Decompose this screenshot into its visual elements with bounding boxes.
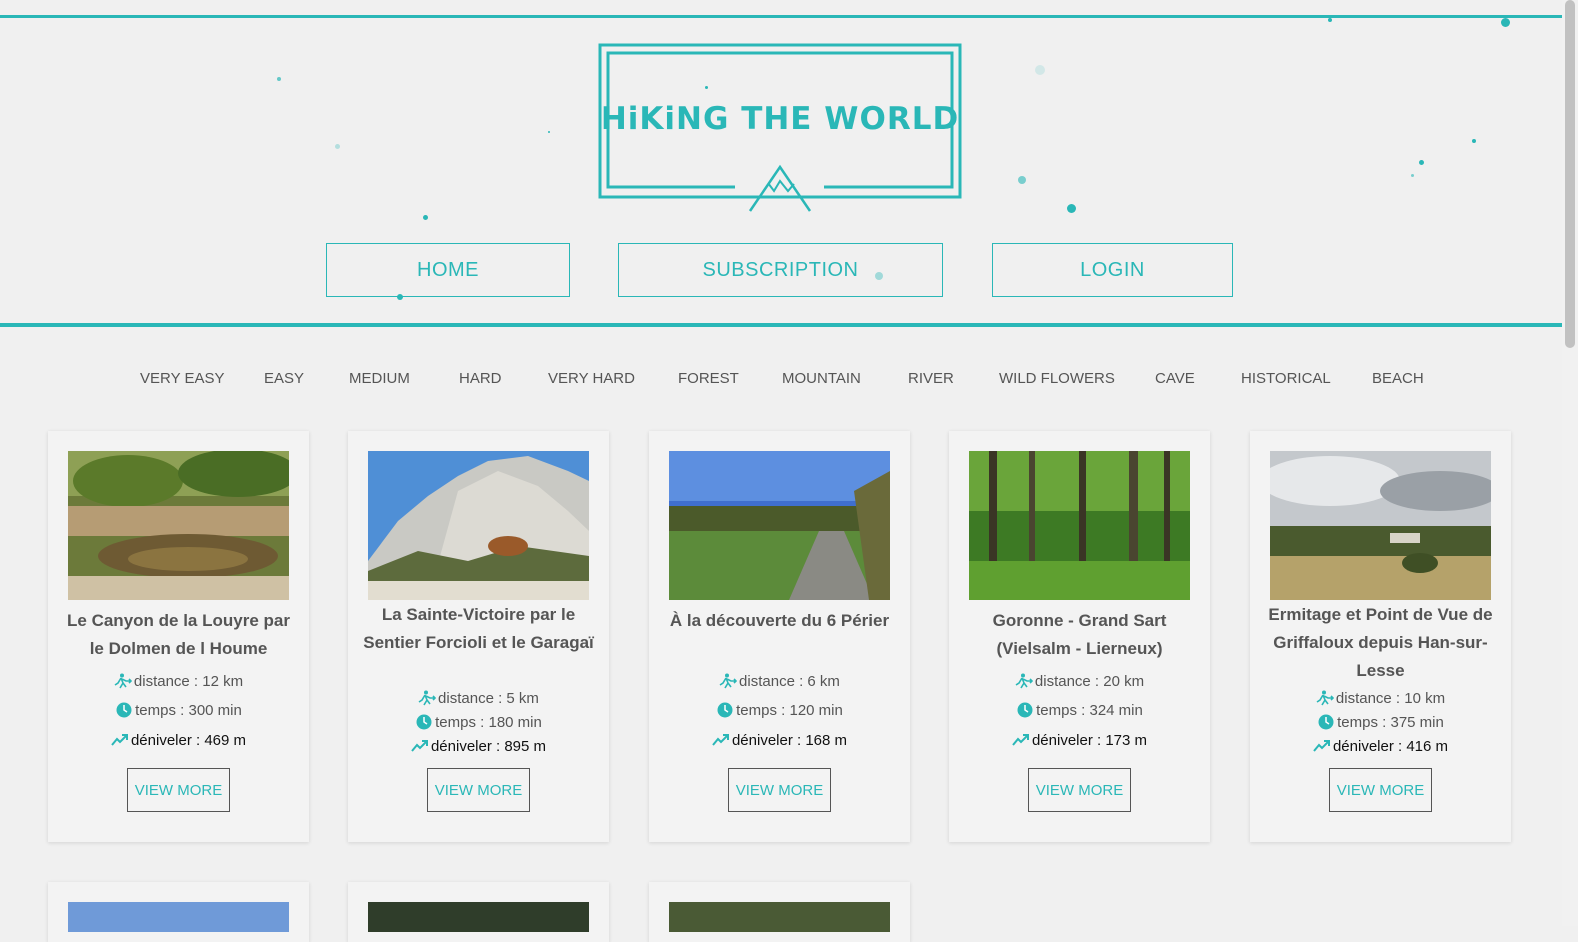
filter-hard[interactable]: HARD bbox=[459, 370, 502, 387]
view-more-button[interactable]: VIEW MORE bbox=[1329, 768, 1432, 812]
card-title: Ermitage et Point de Vue de Griffaloux d… bbox=[1268, 605, 1493, 680]
filter-wild-flowers[interactable]: WILD FLOWERS bbox=[999, 370, 1115, 387]
trending-up-icon bbox=[712, 732, 730, 748]
trending-up-icon bbox=[1313, 738, 1331, 754]
filter-historical[interactable]: HISTORICAL bbox=[1241, 370, 1331, 387]
country-path-photo bbox=[669, 451, 890, 600]
filter-cave[interactable]: CAVE bbox=[1155, 370, 1195, 387]
hike-card: Goronne - Grand Sart (Vielsalm - Lierneu… bbox=[949, 431, 1210, 842]
filter-mountain[interactable]: MOUNTAIN bbox=[782, 370, 861, 387]
clock-icon bbox=[1317, 714, 1335, 730]
card-temps: temps : 300 min bbox=[135, 702, 242, 719]
clock-icon bbox=[115, 702, 133, 718]
view-more-button[interactable]: VIEW MORE bbox=[1028, 768, 1131, 812]
filter-bar: VERY EASY EASY MEDIUM HARD VERY HARD FOR… bbox=[0, 370, 1562, 392]
card-distance: distance : 12 km bbox=[133, 673, 244, 690]
hiker-icon bbox=[1316, 690, 1335, 706]
hiker-icon bbox=[719, 673, 738, 689]
filter-river[interactable]: RIVER bbox=[908, 370, 954, 387]
header-divider bbox=[0, 323, 1562, 327]
card-deniveler: déniveler : 168 m bbox=[731, 732, 848, 749]
filter-forest[interactable]: FOREST bbox=[678, 370, 739, 387]
card-distance: distance : 10 km bbox=[1335, 690, 1446, 707]
hiker-icon bbox=[1015, 673, 1034, 689]
nav-login-button[interactable]: LOGIN bbox=[992, 243, 1233, 297]
site-logo[interactable]: HiKiNG THE WORLD bbox=[598, 43, 962, 212]
view-more-button[interactable]: VIEW MORE bbox=[127, 768, 230, 812]
nav-subscription-button[interactable]: SUBSCRIPTION bbox=[618, 243, 943, 297]
cloudy-field-photo bbox=[1270, 451, 1491, 600]
card-deniveler: déniveler : 895 m bbox=[430, 738, 547, 755]
view-more-button[interactable]: VIEW MORE bbox=[728, 768, 831, 812]
forest-photo bbox=[969, 451, 1190, 600]
dark-forest-photo bbox=[368, 902, 589, 932]
hike-card-partial bbox=[348, 882, 609, 942]
card-temps: temps : 375 min bbox=[1337, 714, 1444, 731]
site-title: HiKiNG THE WORLD bbox=[600, 101, 960, 137]
card-distance: distance : 6 km bbox=[739, 673, 840, 690]
card-title: Goronne - Grand Sart (Vielsalm - Lierneu… bbox=[992, 611, 1167, 658]
card-temps: temps : 120 min bbox=[736, 702, 843, 719]
card-distance: distance : 5 km bbox=[438, 690, 539, 707]
card-temps: temps : 324 min bbox=[1036, 702, 1143, 719]
card-deniveler: déniveler : 469 m bbox=[130, 732, 247, 749]
hiker-icon bbox=[114, 673, 133, 689]
view-more-button[interactable]: VIEW MORE bbox=[427, 768, 530, 812]
clock-icon bbox=[716, 702, 734, 718]
card-temps: temps : 180 min bbox=[435, 714, 542, 731]
woods-photo bbox=[669, 902, 890, 932]
clock-icon bbox=[1016, 702, 1034, 718]
scrollbar-thumb[interactable] bbox=[1565, 0, 1575, 348]
hike-card: Ermitage et Point de Vue de Griffaloux d… bbox=[1250, 431, 1511, 842]
filter-very-easy[interactable]: VERY EASY bbox=[140, 370, 225, 387]
hike-card: Le Canyon de la Louyre par le Dolmen de … bbox=[48, 431, 309, 842]
card-distance: distance : 20 km bbox=[1034, 673, 1145, 690]
clock-icon bbox=[415, 714, 433, 730]
card-deniveler: déniveler : 173 m bbox=[1031, 732, 1148, 749]
hike-card-partial bbox=[649, 882, 910, 942]
sky-photo bbox=[68, 902, 289, 932]
hiker-icon bbox=[418, 690, 437, 706]
card-title: À la découverte du 6 Périer bbox=[669, 611, 890, 630]
scrollbar[interactable] bbox=[1562, 0, 1578, 926]
hike-card: La Sainte-Victoire par le Sentier Forcio… bbox=[348, 431, 609, 842]
card-deniveler: déniveler : 416 m bbox=[1332, 738, 1449, 755]
filter-easy[interactable]: EASY bbox=[264, 370, 304, 387]
card-title: Le Canyon de la Louyre par le Dolmen de … bbox=[67, 611, 290, 658]
card-title: La Sainte-Victoire par le Sentier Forcio… bbox=[363, 605, 594, 652]
filter-very-hard[interactable]: VERY HARD bbox=[548, 370, 635, 387]
trending-up-icon bbox=[111, 732, 129, 748]
nav-home-button[interactable]: HOME bbox=[326, 243, 570, 297]
trending-up-icon bbox=[411, 738, 429, 754]
canyon-photo bbox=[68, 451, 289, 600]
rocky-mountain-photo bbox=[368, 451, 589, 600]
hike-card: À la découverte du 6 Périer distance : 6… bbox=[649, 431, 910, 842]
trending-up-icon bbox=[1012, 732, 1030, 748]
filter-medium[interactable]: MEDIUM bbox=[349, 370, 410, 387]
filter-beach[interactable]: BEACH bbox=[1372, 370, 1424, 387]
hike-card-partial bbox=[48, 882, 309, 942]
